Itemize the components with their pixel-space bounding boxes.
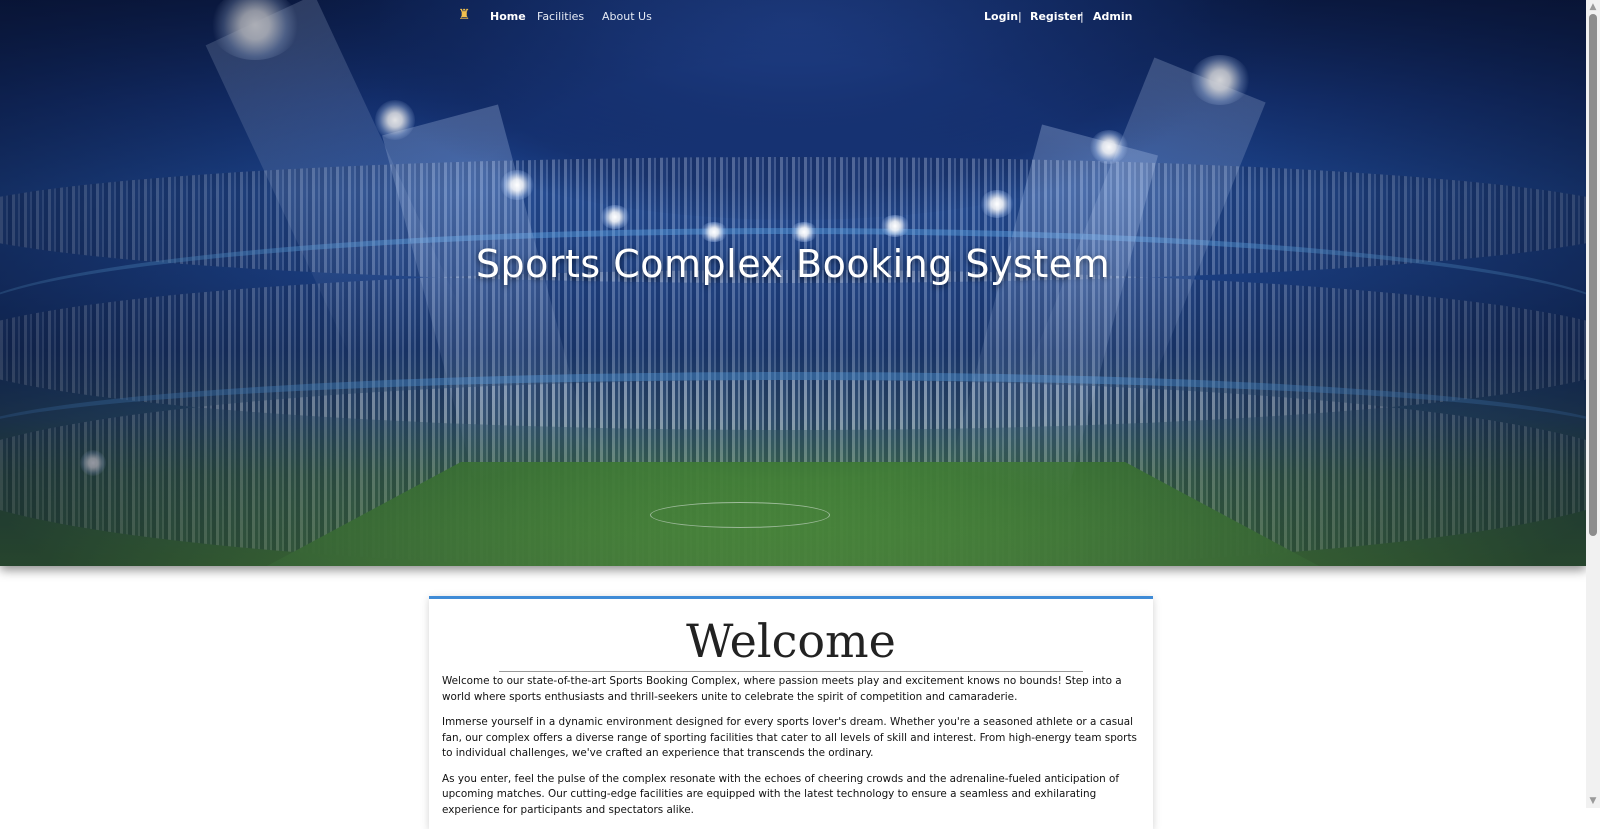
top-navbar: ♜ Home Facilities About Us Login | Regis… (0, 0, 1586, 34)
hero-title: Sports Complex Booking System (475, 242, 1111, 286)
nav-separator: | (1080, 10, 1084, 23)
heading-divider (499, 671, 1083, 672)
nav-facilities-link[interactable]: Facilities (537, 10, 584, 23)
nav-home-link[interactable]: Home (490, 10, 526, 23)
sports-logo-icon[interactable]: ♜ (456, 7, 472, 23)
nav-about-link[interactable]: About Us (602, 10, 652, 23)
nav-separator: | (1018, 10, 1022, 23)
welcome-heading: Welcome (686, 614, 896, 668)
welcome-paragraph: As you enter, feel the pulse of the comp… (442, 772, 1120, 816)
page-scrollbar[interactable]: ▲ ▼ (1586, 0, 1600, 808)
nav-login-link[interactable]: Login (984, 10, 1018, 23)
welcome-paragraph: Immerse yourself in a dynamic environmen… (442, 716, 1137, 759)
scrollbar-thumb[interactable] (1589, 14, 1597, 536)
nav-admin-link[interactable]: Admin (1093, 10, 1132, 23)
nav-register-link[interactable]: Register (1030, 10, 1082, 23)
scroll-down-icon[interactable]: ▼ (1586, 794, 1600, 808)
scroll-up-icon[interactable]: ▲ (1586, 0, 1600, 14)
welcome-paragraph: Welcome to our state-of-the-art Sports B… (442, 675, 1122, 703)
hero-banner: Sports Complex Booking System (0, 0, 1586, 566)
welcome-card: Welcome Welcome to our state-of-the-art … (429, 596, 1153, 829)
